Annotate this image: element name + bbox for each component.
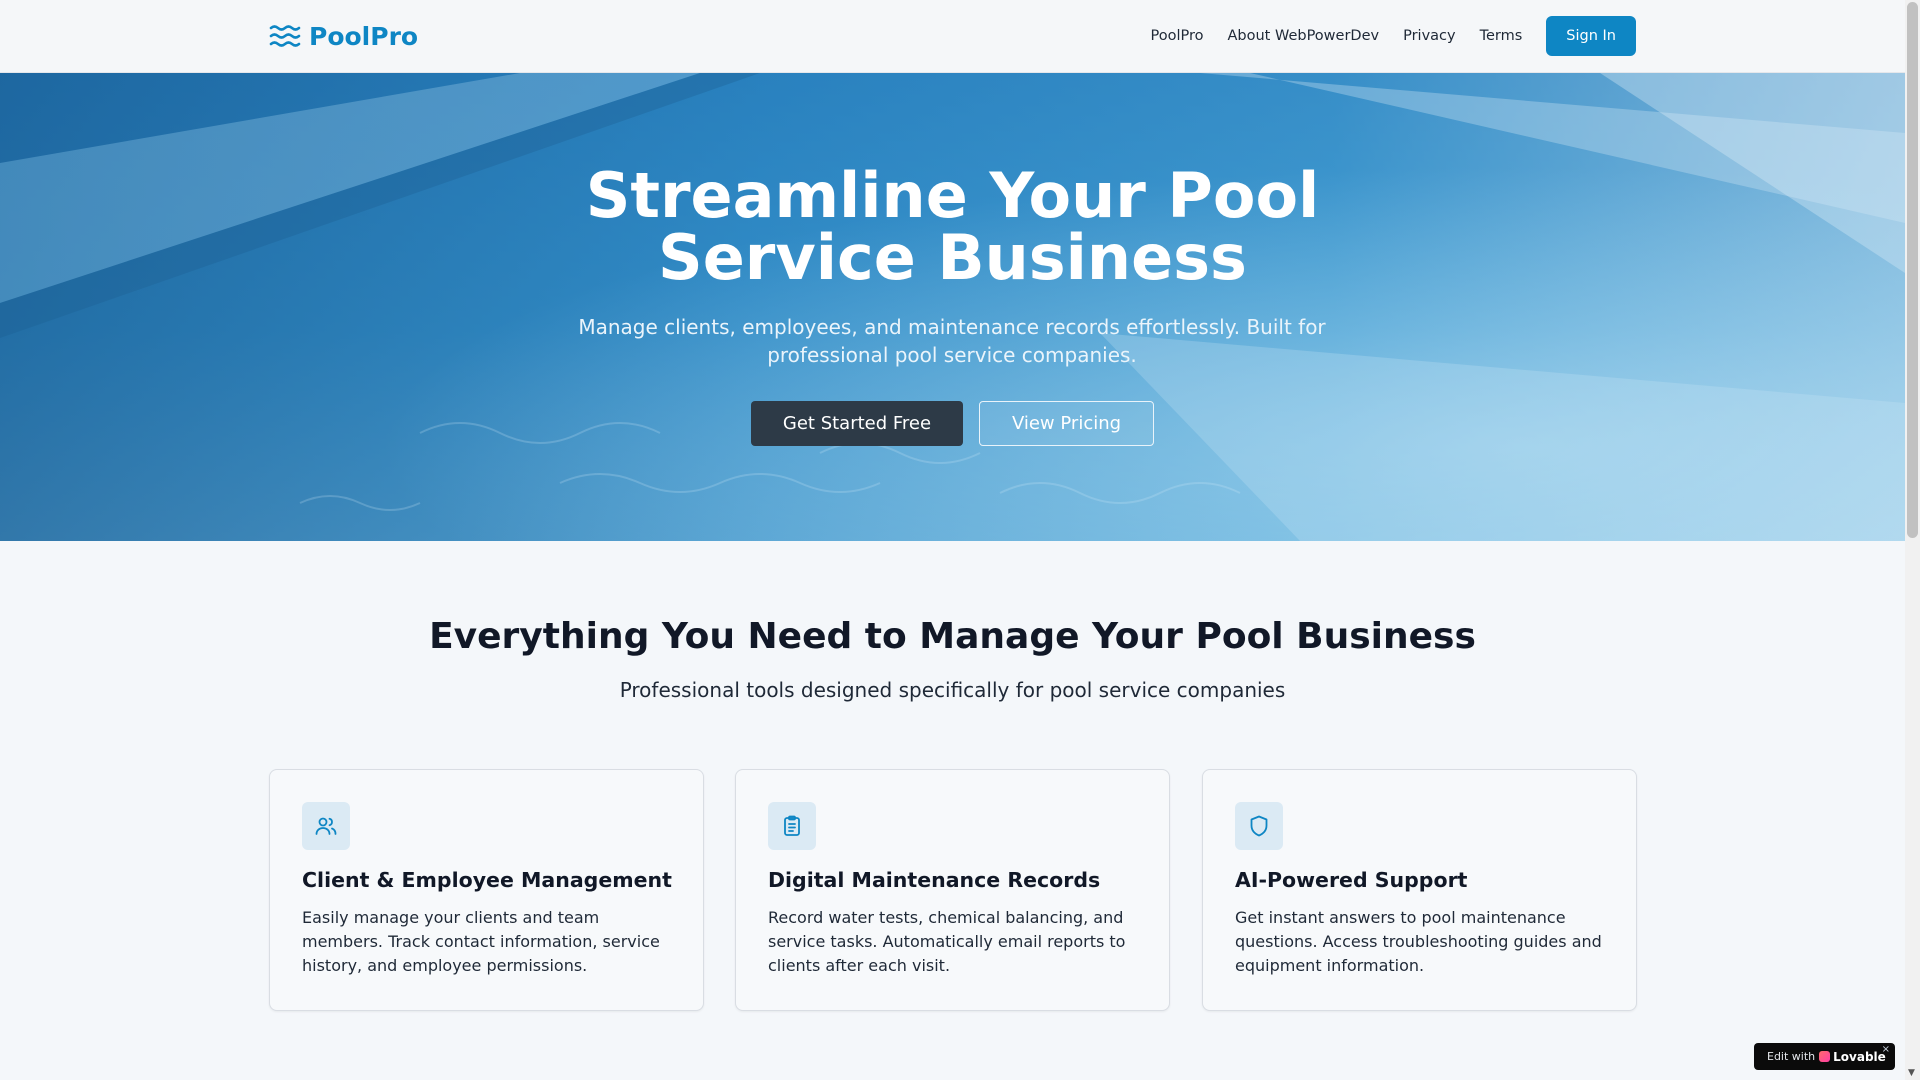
close-icon[interactable]: ×	[1882, 1044, 1890, 1055]
feature-card-description: Record water tests, chemical balancing, …	[768, 908, 1126, 975]
scroll-down-arrow-icon[interactable]: ▼	[1908, 1068, 1915, 1078]
nav-link-poolpro[interactable]: PoolPro	[1150, 28, 1203, 44]
nav-link-about[interactable]: About WebPowerDev	[1227, 28, 1379, 44]
hero-title-line-2: Service Business	[658, 221, 1247, 294]
badge-prefix: Edit with	[1767, 1050, 1816, 1063]
get-started-button[interactable]: Get Started Free	[751, 401, 963, 446]
edit-with-lovable-badge[interactable]: Edit with Lovable ×	[1754, 1043, 1895, 1070]
lovable-logo: Lovable	[1819, 1050, 1886, 1064]
pool-background-image	[0, 73, 1905, 541]
nav-link-terms[interactable]: Terms	[1480, 28, 1523, 44]
clipboard-icon	[784, 815, 800, 836]
nav-link-privacy[interactable]: Privacy	[1403, 28, 1456, 44]
feature-card-ai-support: AI-Powered Support Get instant answers t…	[1202, 769, 1637, 1011]
lovable-heart-icon	[1819, 1051, 1831, 1062]
features-title: Everything You Need to Manage Your Pool …	[429, 616, 1476, 657]
sign-in-button[interactable]: Sign In	[1546, 16, 1636, 56]
top-navbar: PoolPro PoolPro About WebPowerDev Privac…	[0, 0, 1905, 73]
shield-icon	[1250, 815, 1268, 837]
scrollbar-thumb[interactable]	[1907, 2, 1918, 538]
feature-icon-container	[768, 802, 816, 850]
users-icon	[315, 817, 337, 835]
feature-card-maintenance-records: Digital Maintenance Records Record water…	[735, 769, 1170, 1011]
hero-subtitle: Manage clients, employees, and maintenan…	[578, 315, 1326, 367]
hero-title: Streamline Your Pool Service Business	[0, 165, 1905, 289]
hero-section: Streamline Your Pool Service Business Ma…	[0, 73, 1905, 541]
feature-card-client-management: Client & Employee Management Easily mana…	[269, 769, 704, 1011]
lovable-brand-name: Lovable	[1833, 1049, 1886, 1064]
feature-card-title: AI-Powered Support	[1235, 868, 1468, 892]
view-pricing-button[interactable]: View Pricing	[979, 401, 1154, 446]
feature-card-description: Get instant answers to pool maintenance …	[1235, 908, 1602, 975]
feature-icon-container	[302, 802, 350, 850]
page-scrollbar[interactable]: ▼	[1905, 0, 1920, 1080]
brand-name: PoolPro	[309, 21, 419, 51]
nav-links: PoolPro About WebPowerDev Privacy Terms …	[1150, 16, 1636, 56]
waves-icon	[269, 25, 301, 47]
feature-icon-container	[1235, 802, 1283, 850]
feature-card-title: Client & Employee Management	[302, 868, 672, 892]
features-subtitle: Professional tools designed specifically…	[619, 678, 1286, 702]
hero-title-line-1: Streamline Your Pool	[585, 159, 1320, 232]
feature-card-description: Easily manage your clients and team memb…	[302, 908, 660, 975]
feature-card-title: Digital Maintenance Records	[768, 868, 1101, 892]
brand-logo[interactable]: PoolPro	[269, 20, 418, 52]
